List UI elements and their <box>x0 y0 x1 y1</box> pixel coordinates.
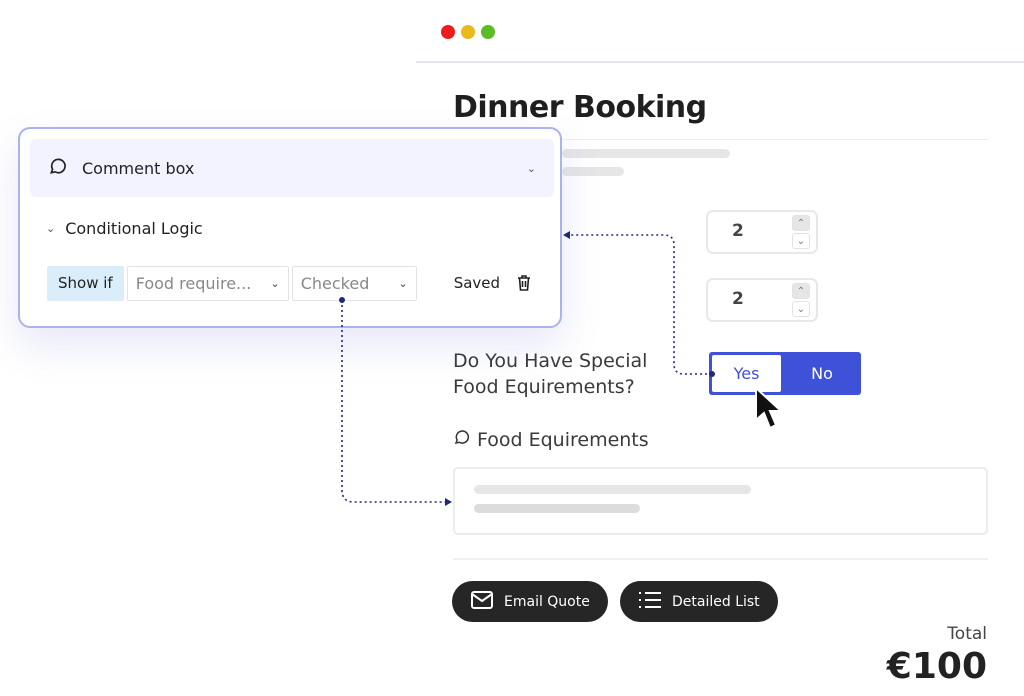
food-requirements-textarea[interactable] <box>453 467 988 535</box>
browser-window: Dinner Booking 2 ⌃ ⌄ 2 ⌃ ⌄ Do You Have S… <box>416 0 1024 696</box>
minimize-window-button[interactable] <box>461 25 475 39</box>
chevron-down-icon: ⌄ <box>46 222 56 235</box>
detailed-list-label: Detailed List <box>672 593 760 610</box>
divider <box>453 558 988 560</box>
condition-rule-row: Show if Food require... ⌄ Checked ⌄ Save… <box>47 265 531 301</box>
chevron-down-icon: ⌄ <box>398 276 408 290</box>
email-quote-label: Email Quote <box>504 593 590 610</box>
total-value: €100 <box>886 646 987 687</box>
comment-field-label-text: Food Equirements <box>477 428 649 451</box>
window-controls <box>441 25 495 39</box>
chevron-down-icon: ⌄ <box>270 276 280 290</box>
email-quote-button[interactable]: Email Quote <box>452 581 608 622</box>
question-line: Do You Have Special <box>453 350 648 372</box>
saved-status: Saved <box>453 274 501 292</box>
chevron-up-icon[interactable]: ⌃ <box>792 215 810 231</box>
special-food-question: Do You Have Special Food Equirements? <box>453 348 647 400</box>
maximize-window-button[interactable] <box>481 25 495 39</box>
placeholder-line <box>562 167 624 176</box>
show-if-label: Show if <box>47 265 124 301</box>
envelope-icon <box>470 590 494 614</box>
placeholder-line <box>474 504 640 513</box>
total-label: Total <box>947 624 987 644</box>
yes-no-toggle[interactable]: Yes No <box>709 352 861 395</box>
stepper-value: 2 <box>732 221 744 241</box>
comment-field-label: Food Equirements <box>453 428 649 451</box>
chevron-down-icon[interactable]: ⌄ <box>792 301 810 317</box>
stepper-value: 2 <box>732 289 744 309</box>
panel-title: Comment box <box>82 158 195 178</box>
list-icon <box>638 591 662 613</box>
conditional-logic-toggle[interactable]: ⌄ Conditional Logic <box>46 219 203 238</box>
mouse-cursor-icon <box>754 385 784 436</box>
toggle-no-option[interactable]: No <box>783 352 861 395</box>
comment-box-settings-panel: Comment box ⌄ ⌄ Conditional Logic Show i… <box>18 127 562 328</box>
state-select[interactable]: Checked ⌄ <box>291 265 417 301</box>
state-select-value: Checked <box>300 273 370 293</box>
panel-header[interactable]: Comment box ⌄ <box>30 139 554 197</box>
comment-icon <box>48 156 68 180</box>
quantity-stepper[interactable]: 2 ⌃ ⌄ <box>706 278 818 322</box>
field-select[interactable]: Food require... ⌄ <box>126 265 289 301</box>
window-divider <box>416 61 1024 63</box>
question-line: Food Equirements? <box>453 376 635 398</box>
comment-icon <box>453 428 471 451</box>
close-window-button[interactable] <box>441 25 455 39</box>
page-title: Dinner Booking <box>453 90 707 125</box>
chevron-down-icon[interactable]: ⌄ <box>792 233 810 249</box>
chevron-up-icon[interactable]: ⌃ <box>792 283 810 299</box>
trash-icon[interactable] <box>517 275 531 291</box>
field-select-value: Food require... <box>135 273 252 293</box>
placeholder-line <box>562 149 730 158</box>
chevron-down-icon[interactable]: ⌄ <box>527 162 536 175</box>
conditional-logic-label: Conditional Logic <box>65 219 203 238</box>
placeholder-line <box>474 485 751 494</box>
guests-stepper[interactable]: 2 ⌃ ⌄ <box>706 210 818 254</box>
detailed-list-button[interactable]: Detailed List <box>620 581 778 622</box>
